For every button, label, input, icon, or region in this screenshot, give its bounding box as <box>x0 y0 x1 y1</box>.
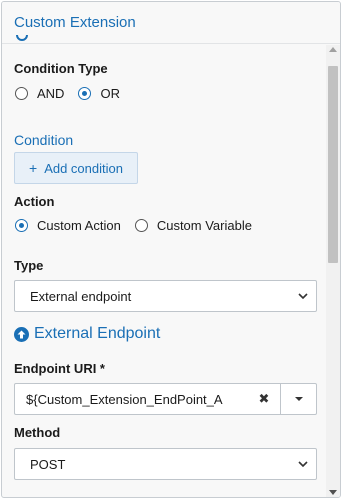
action-label: Action <box>14 194 55 209</box>
radio-custom-action-circle[interactable] <box>15 219 28 232</box>
type-select-value: External endpoint <box>30 288 132 304</box>
chevron-down-icon <box>298 293 308 300</box>
external-endpoint-title: External Endpoint <box>34 325 161 342</box>
radio-custom-variable-label: Custom Variable <box>156 218 252 233</box>
scroll-up-arrow-icon[interactable] <box>329 47 337 52</box>
radio-custom-action-label: Custom Action <box>37 218 121 233</box>
condition-type-label: Condition Type <box>14 61 108 76</box>
caret-down-icon <box>294 397 303 401</box>
endpoint-uri-value[interactable]: ${Custom_Extension_EndPoint_A <box>15 384 248 414</box>
add-condition-button[interactable]: + Add condition <box>14 152 138 184</box>
radio-or[interactable]: OR <box>78 86 120 101</box>
add-condition-label: Add condition <box>44 160 123 176</box>
endpoint-uri-label: Endpoint URI * <box>14 361 105 376</box>
external-endpoint-header[interactable]: External Endpoint <box>14 325 160 343</box>
radio-custom-variable-circle[interactable] <box>134 219 148 232</box>
endpoint-uri-dropdown-button[interactable] <box>280 384 316 414</box>
type-select[interactable]: External endpoint <box>14 280 317 312</box>
condition-title: Condition <box>14 132 74 148</box>
scroll-down-arrow-icon[interactable] <box>329 490 337 495</box>
plus-icon: + <box>29 160 38 176</box>
scrollbar-thumb[interactable] <box>328 66 338 263</box>
radio-custom-action[interactable]: Custom Action <box>15 218 121 233</box>
condition-type-radio-group: AND OR <box>15 86 120 101</box>
clear-icon[interactable]: ✖ <box>248 384 280 414</box>
arrow-up-circle-icon <box>14 326 29 342</box>
radio-and-circle[interactable] <box>15 87 28 100</box>
radio-and-label: AND <box>37 86 65 101</box>
method-select-value: POST <box>30 456 66 472</box>
radio-or-circle[interactable] <box>78 87 92 100</box>
collapse-circle-icon[interactable] <box>16 35 28 41</box>
custom-extension-panel: Custom Extension Condition Type AND OR C… <box>1 1 341 498</box>
radio-or-label: OR <box>100 86 120 101</box>
radio-and[interactable]: AND <box>15 86 64 101</box>
type-label: Type <box>14 258 44 273</box>
action-radio-group: Custom Action Custom Variable <box>15 218 252 233</box>
endpoint-uri-field[interactable]: ${Custom_Extension_EndPoint_A ✖ <box>14 383 317 415</box>
radio-custom-variable[interactable]: Custom Variable <box>134 218 252 233</box>
chevron-down-icon <box>298 461 308 468</box>
panel-title: Custom Extension <box>14 14 136 31</box>
method-label: Method <box>14 425 61 440</box>
form-content: Condition Type AND OR Condition + Add co… <box>2 45 326 497</box>
method-select[interactable]: POST <box>14 448 317 480</box>
panel-header: Custom Extension <box>2 2 340 44</box>
vertical-scrollbar[interactable] <box>326 45 340 497</box>
